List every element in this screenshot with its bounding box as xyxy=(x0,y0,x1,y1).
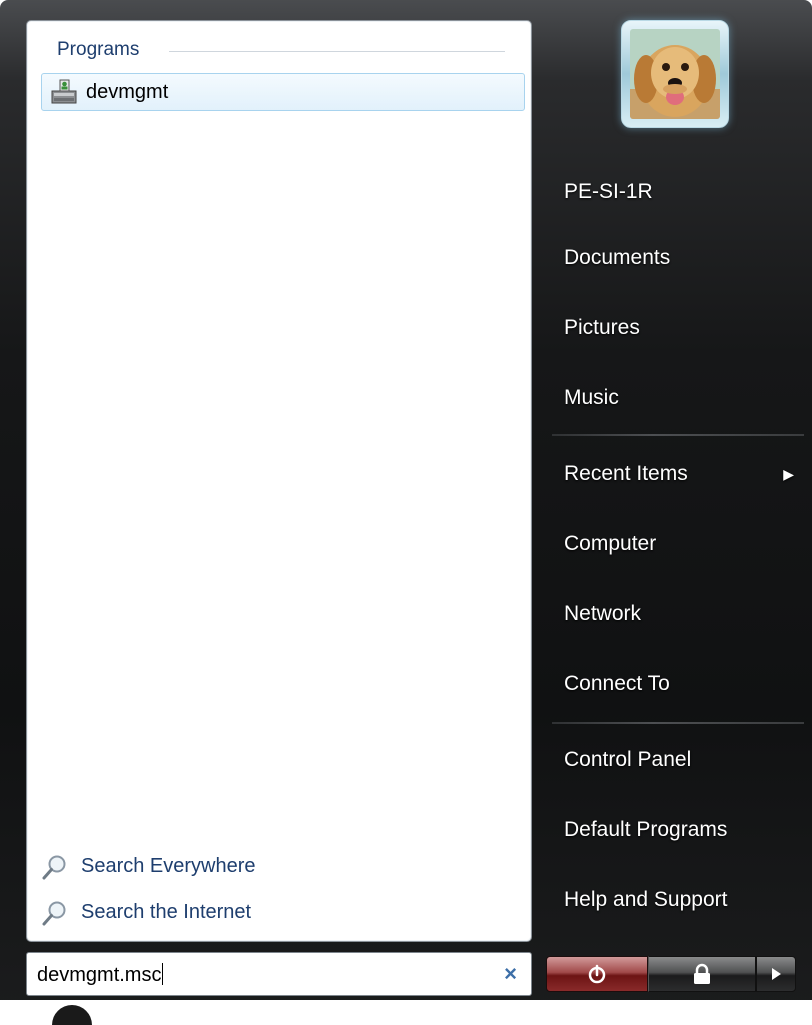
power-button[interactable] xyxy=(546,956,648,992)
right-item-recent-items[interactable]: Recent Items ▶ xyxy=(552,452,802,496)
submenu-arrow-icon: ▶ xyxy=(783,466,794,482)
desktop-background xyxy=(0,1000,812,1011)
right-item-pictures[interactable]: Pictures xyxy=(552,306,802,350)
right-item-control-panel[interactable]: Control Panel xyxy=(552,738,802,782)
right-item-connect-to[interactable]: Connect To xyxy=(552,662,802,706)
lock-icon xyxy=(694,963,710,984)
text-caret xyxy=(162,963,164,985)
program-result-devmgmt[interactable]: devmgmt xyxy=(41,73,525,111)
start-menu: Programs devmgmt Search Everywhere Searc… xyxy=(0,0,812,1011)
shutdown-options-button[interactable] xyxy=(756,956,796,992)
search-internet-label: Search the Internet xyxy=(81,901,252,923)
menu-separator xyxy=(552,434,804,436)
header-divider xyxy=(169,51,505,52)
right-item-music[interactable]: Music xyxy=(552,376,802,420)
search-icon xyxy=(42,855,66,880)
device-manager-icon xyxy=(51,79,77,104)
right-item-label: Recent Items xyxy=(564,462,688,485)
right-item-network[interactable]: Network xyxy=(552,592,802,636)
right-item-label: Help and Support xyxy=(564,888,728,911)
search-everywhere-link[interactable]: Search Everywhere xyxy=(41,851,301,883)
search-input-value: devmgmt.msc xyxy=(37,963,164,986)
search-internet-link[interactable]: Search the Internet xyxy=(41,897,301,929)
right-arrow-icon xyxy=(772,968,781,980)
clear-search-icon[interactable]: × xyxy=(504,961,517,987)
programs-header: Programs xyxy=(57,39,140,60)
power-icon xyxy=(588,964,606,984)
right-item-label: Control Panel xyxy=(564,748,692,771)
right-item-label: Computer xyxy=(564,532,657,555)
right-item-documents[interactable]: Documents xyxy=(552,236,802,280)
right-item-computer[interactable]: Computer xyxy=(552,522,802,566)
search-icon xyxy=(42,901,66,926)
right-item-user-folder[interactable]: PE-SI-1R xyxy=(552,170,802,214)
right-item-default-programs[interactable]: Default Programs xyxy=(552,808,802,852)
right-item-label: Network xyxy=(564,602,642,625)
right-item-label: PE-SI-1R xyxy=(564,180,653,203)
search-everywhere-label: Search Everywhere xyxy=(81,855,256,877)
user-avatar-frame[interactable] xyxy=(621,20,729,128)
right-item-label: Documents xyxy=(564,246,671,269)
dog-avatar xyxy=(630,29,720,119)
program-result-label: devmgmt xyxy=(86,81,169,103)
right-item-label: Music xyxy=(564,386,619,409)
right-item-label: Default Programs xyxy=(564,818,728,841)
right-item-label: Pictures xyxy=(564,316,640,339)
lock-button[interactable] xyxy=(648,956,756,992)
start-search-input[interactable]: devmgmt.msc × xyxy=(26,952,532,996)
right-item-help-and-support[interactable]: Help and Support xyxy=(552,878,802,922)
programs-panel: Programs devmgmt Search Everywhere Searc… xyxy=(26,20,532,942)
menu-separator xyxy=(552,722,804,724)
right-item-label: Connect To xyxy=(564,672,670,695)
